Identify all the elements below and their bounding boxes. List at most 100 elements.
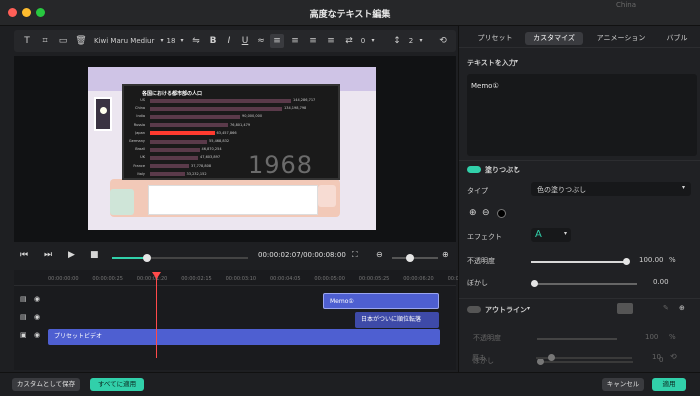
- chart-bar: [150, 172, 185, 177]
- chart-country-label: Japan: [135, 130, 145, 135]
- outline-opacity-slider[interactable]: [537, 338, 617, 340]
- reset-icon[interactable]: ⟲: [436, 34, 450, 48]
- outline-toggle[interactable]: [467, 306, 481, 313]
- zoom-slider[interactable]: [392, 254, 438, 262]
- track-video-icon[interactable]: ▣: [20, 331, 27, 339]
- outline-blur-slider[interactable]: [537, 361, 633, 363]
- image-icon[interactable]: ▭: [56, 34, 70, 48]
- chart-country-label: UK: [140, 155, 145, 160]
- eyedropper-icon[interactable]: ✎: [663, 304, 669, 312]
- chart-value-label: 144,286,717: [293, 98, 316, 102]
- progress-track[interactable]: [112, 254, 248, 262]
- blur-knob[interactable]: [531, 280, 538, 287]
- font-size-select[interactable]: 18: [164, 34, 178, 48]
- text-input-chevron-icon[interactable]: ▾: [515, 58, 518, 65]
- text-input-value: Memo①: [471, 82, 499, 90]
- prev-frame-icon[interactable]: ⏮: [20, 250, 28, 260]
- trash-icon[interactable]: 🗑: [74, 34, 88, 48]
- outline-chevron-icon[interactable]: ▾: [527, 305, 530, 312]
- line-spacing-value[interactable]: 2: [406, 34, 416, 48]
- thickness-value[interactable]: 10: [652, 353, 661, 361]
- cancel-button[interactable]: キャンセル: [602, 378, 644, 391]
- track-visible-icon[interactable]: ◉: [34, 331, 40, 339]
- playhead[interactable]: [156, 274, 157, 358]
- blur-slider[interactable]: [531, 283, 637, 285]
- type-select[interactable]: 色の塗りつぶし ▾: [531, 182, 691, 196]
- bold-icon[interactable]: B: [206, 34, 220, 48]
- zoom-in-icon[interactable]: ⊕: [442, 250, 449, 259]
- zoom-out-icon[interactable]: ⊖: [376, 250, 383, 259]
- opacity-slider[interactable]: [531, 261, 627, 263]
- add-color-icon[interactable]: ⊕: [469, 208, 477, 218]
- clip-preset-video[interactable]: プリセットビデオ: [48, 329, 440, 345]
- progress-fill: [112, 257, 148, 259]
- letter-spacing-value[interactable]: 0: [358, 34, 368, 48]
- properties-panel: プリセット カスタマイズ アニメーション バブル テキストを入力 ▾ Memo①…: [458, 26, 700, 372]
- opacity-knob[interactable]: [623, 258, 630, 265]
- fill-toggle[interactable]: [467, 166, 481, 173]
- blur-label: ぼかし: [467, 279, 488, 287]
- text-input[interactable]: Memo①: [467, 74, 697, 156]
- divider: [459, 160, 700, 161]
- line-spacing-icon[interactable]: ↕: [390, 34, 404, 48]
- color-swatch[interactable]: [497, 209, 506, 218]
- remove-color-icon[interactable]: ⊖: [482, 208, 490, 218]
- play-icon[interactable]: ▶: [68, 250, 75, 260]
- align-right-icon[interactable]: ≡: [306, 34, 320, 48]
- playback-bar: ⏮ ⏭ ▶ ■ 00:00:02:07/00:00:08:00 ⛶ ⊖ ⊕: [14, 246, 456, 268]
- tab-customize[interactable]: カスタマイズ: [525, 32, 583, 45]
- strike-icon[interactable]: ≈: [254, 34, 268, 48]
- outline-opacity-value[interactable]: 100: [645, 333, 658, 341]
- track-lock-icon[interactable]: ▤: [20, 313, 27, 321]
- outline-color-swatch[interactable]: [617, 303, 633, 314]
- transform-icon[interactable]: ⌗: [38, 34, 52, 48]
- align-left-icon[interactable]: ≡: [270, 34, 284, 48]
- zoom-knob[interactable]: [406, 254, 414, 262]
- apply-all-button[interactable]: すべてに適用: [90, 378, 144, 391]
- stop-icon[interactable]: ■: [90, 250, 99, 260]
- chart-value-label: 55,468,832: [209, 139, 230, 143]
- clip-headline[interactable]: 日本がついに順位転落: [355, 312, 439, 328]
- tab-preset[interactable]: プリセット: [467, 32, 523, 45]
- save-custom-button[interactable]: カスタムとして保存: [12, 378, 80, 391]
- bottom-bar: カスタムとして保存 すべてに適用 キャンセル 適用: [0, 372, 700, 396]
- timeline-ruler[interactable]: 00:00:00:00 00:00:00:25 00:00:01:20 00:00:0…: [14, 270, 478, 286]
- align-center-icon[interactable]: ≡: [288, 34, 302, 48]
- outline-blur-knob[interactable]: [537, 358, 544, 365]
- align-justify-icon[interactable]: ≡: [324, 34, 338, 48]
- spacing-icon[interactable]: ⇋: [189, 34, 203, 48]
- track-lock-icon[interactable]: ▤: [20, 295, 27, 303]
- chart-value-label: 33,232,152: [186, 171, 207, 176]
- timeline-tick: 00:00:02:15: [181, 276, 212, 282]
- letter-chevron-icon[interactable]: ▾: [369, 34, 377, 48]
- chart-country-label: Italy: [137, 171, 145, 176]
- next-frame-icon[interactable]: ⏭: [44, 250, 52, 260]
- type-chevron-icon: ▾: [681, 184, 685, 191]
- size-chevron-icon[interactable]: ▾: [178, 34, 186, 48]
- add-outline-icon[interactable]: ⊕: [679, 304, 685, 312]
- blur-value[interactable]: 0.00: [653, 278, 669, 286]
- thickness-reset-icon[interactable]: ⟲: [670, 352, 677, 361]
- effect-select[interactable]: A ▾: [531, 228, 571, 242]
- tab-animation[interactable]: アニメーション: [587, 32, 655, 45]
- progress-knob[interactable]: [143, 254, 152, 262]
- line-chevron-icon[interactable]: ▾: [417, 34, 425, 48]
- thickness-knob[interactable]: [548, 354, 555, 361]
- letter-spacing-icon[interactable]: ⇄: [342, 34, 356, 48]
- opacity-value[interactable]: 100.00: [639, 256, 664, 264]
- italic-icon[interactable]: I: [222, 34, 236, 48]
- tab-bubble[interactable]: バブル: [657, 32, 697, 45]
- clip-memo[interactable]: Memo①: [323, 293, 439, 309]
- chart-country-label: Russia: [133, 122, 145, 127]
- fullscreen-icon[interactable]: ⛶: [352, 250, 358, 260]
- chart-country-label: China: [135, 106, 145, 111]
- font-select[interactable]: Kiwi Maru Mediur: [94, 34, 158, 48]
- apply-button[interactable]: 適用: [652, 378, 686, 391]
- track-visible-icon[interactable]: ◉: [34, 295, 40, 303]
- track-visible-icon[interactable]: ◉: [34, 313, 40, 321]
- type-select-value: 色の塗りつぶし: [537, 186, 587, 194]
- fill-chevron-icon[interactable]: ▾: [515, 165, 518, 172]
- title-bar: 高度なテキスト編集 China: [0, 0, 700, 26]
- underline-icon[interactable]: U: [238, 34, 252, 48]
- text-tool-icon[interactable]: T: [20, 34, 34, 48]
